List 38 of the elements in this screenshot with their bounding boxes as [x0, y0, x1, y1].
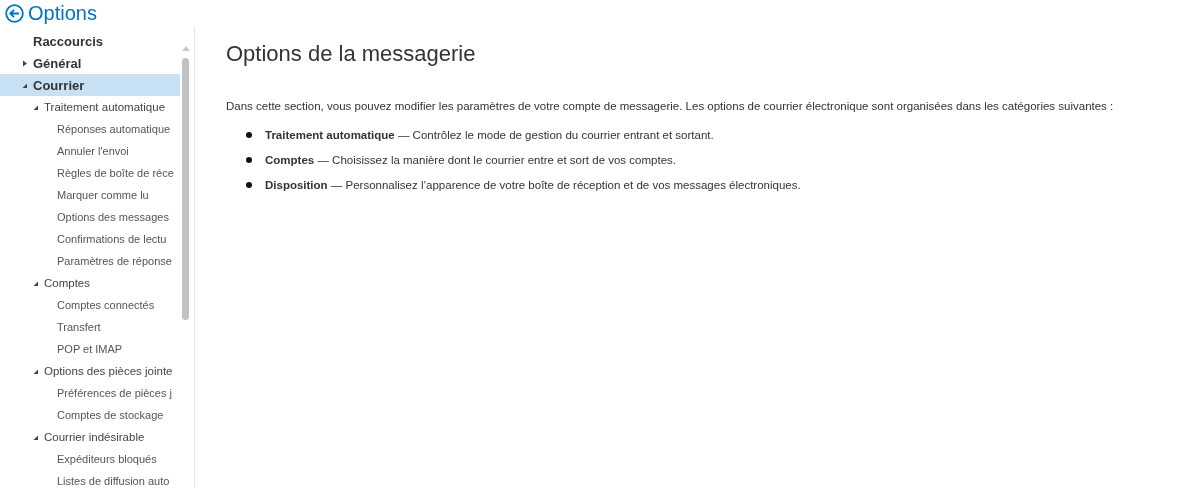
- bullet-icon: [246, 156, 252, 163]
- nav-item[interactable]: POP et IMAP: [0, 338, 180, 360]
- nav-item[interactable]: Paramètres de réponse: [0, 250, 180, 272]
- collapse-arrow-icon[interactable]: [33, 433, 39, 441]
- nav-item[interactable]: Réponses automatique: [0, 118, 180, 140]
- nav-item[interactable]: Règles de boîte de réce: [0, 162, 180, 184]
- nav-item[interactable]: Courrier: [0, 74, 180, 96]
- nav-item[interactable]: Options des pièces jointe: [0, 360, 180, 382]
- expand-arrow-icon[interactable]: [22, 59, 28, 67]
- nav-item[interactable]: Comptes connectés: [0, 294, 180, 316]
- nav-item[interactable]: Marquer comme lu: [0, 184, 180, 206]
- nav-item[interactable]: Annuler l'envoi: [0, 140, 180, 162]
- nav-item[interactable]: Comptes de stockage: [0, 404, 180, 426]
- intro-paragraph: Dans cette section, vous pouvez modifier les paramètres de votre compte de messagerie. Les options de courrier électronique sont organisées dans les catégories suivantes :: [226, 99, 1115, 114]
- bullet-text: Traitement automatique — Contrôlez le mode de gestion du courrier entrant et sortant.: [265, 128, 714, 141]
- nav-item[interactable]: Courrier indésirable: [0, 426, 180, 448]
- bullet-text: Disposition — Personnalisez l’apparence de votre boîte de réception et de vos messages électroniques.: [265, 178, 801, 191]
- nav-item[interactable]: Confirmations de lectu: [0, 228, 180, 250]
- collapse-arrow-icon[interactable]: [22, 81, 28, 89]
- nav-item[interactable]: Expéditeurs bloqués: [0, 448, 180, 470]
- bullet-text: Comptes — Choisissez la manière dont le courrier entre et sort de vos comptes.: [265, 153, 676, 166]
- nav-item[interactable]: Listes de diffusion auto: [0, 470, 180, 488]
- nav-item[interactable]: Général: [0, 52, 180, 74]
- nav-item[interactable]: Transfert: [0, 316, 180, 338]
- collapse-arrow-icon[interactable]: [33, 103, 39, 111]
- nav-item[interactable]: Préférences de pièces j: [0, 382, 180, 404]
- bullet-icon: [246, 131, 252, 138]
- nav-item[interactable]: Raccourcis: [0, 30, 180, 52]
- nav-item[interactable]: Traitement automatique: [0, 96, 180, 118]
- back-icon[interactable]: [5, 3, 24, 23]
- nav-item[interactable]: Options des messages: [0, 206, 180, 228]
- scrollbar-thumb[interactable]: [182, 58, 189, 320]
- collapse-arrow-icon[interactable]: [33, 367, 39, 375]
- page-title: Options: [28, 1, 97, 25]
- collapse-arrow-icon[interactable]: [33, 279, 39, 287]
- section-heading: Options de la messagerie: [226, 40, 477, 68]
- bullet-icon: [246, 181, 252, 188]
- nav-item[interactable]: Comptes: [0, 272, 180, 294]
